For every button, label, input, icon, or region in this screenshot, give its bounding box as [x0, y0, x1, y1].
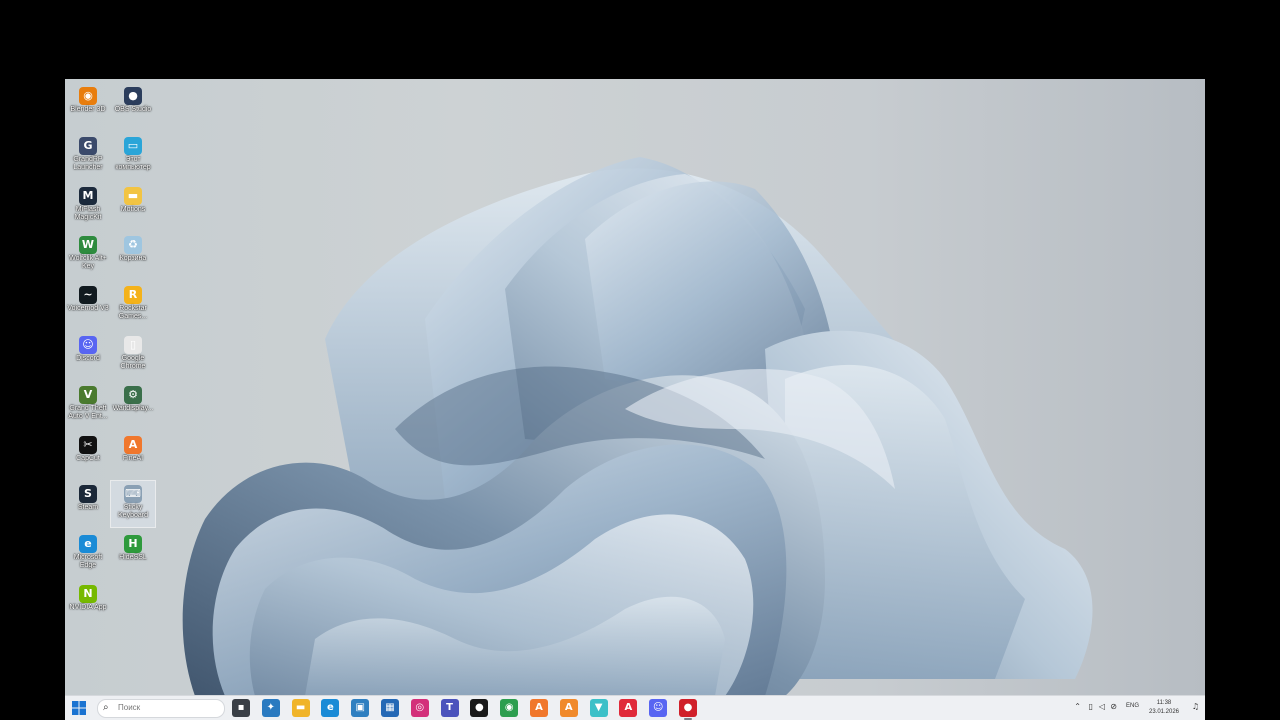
desktop-icon[interactable]: M MiFlash MagicKit [66, 183, 110, 229]
desktop-icon[interactable]: ▭ Этот компьютер [111, 133, 155, 179]
desktop-icon[interactable]: H HideSSL [111, 531, 155, 577]
desktop-icon[interactable]: ● OBS Studio [111, 83, 155, 129]
app-icon: ⌨ [124, 485, 142, 504]
wallpaper-bloom [182, 157, 1093, 696]
desktop-icon[interactable]: ▯ Google Chrome [111, 332, 155, 378]
fineai2-icon[interactable]: A [559, 699, 578, 717]
file-explorer-icon[interactable]: ▬ [291, 699, 310, 717]
device-icon[interactable]: ▯ [1089, 702, 1093, 712]
fineai-icon[interactable]: A [530, 699, 548, 717]
app-icon: V [79, 385, 97, 404]
language-indicator[interactable]: ENG [1126, 703, 1139, 709]
desktop-icon-label: OBS Studio [114, 106, 152, 113]
app-icon: G [79, 136, 97, 155]
recorder-icon[interactable]: ● [679, 699, 697, 720]
app-icon: R [124, 286, 142, 305]
desktop-icon[interactable]: ♻ Корзина [111, 232, 155, 278]
app-icon: A [124, 435, 142, 454]
adobe-icon[interactable]: A [619, 699, 638, 717]
desktop-icon-label: Wolfclik Alt+ Key [69, 255, 107, 271]
volume-icon[interactable]: ◁ [1099, 702, 1105, 712]
app-icon: ☺ [79, 336, 97, 354]
app-icon: S [79, 485, 97, 504]
desktop-icon-label: Sticky Keyboard [118, 504, 148, 520]
app-icon: e [79, 535, 97, 554]
desktop-icon[interactable]: V Grand Theft Auto V Ent... [66, 382, 110, 428]
app-icon: ▯ [124, 336, 142, 354]
app-icon: ▬ [124, 186, 142, 205]
instagram-icon[interactable]: ◎ [410, 699, 429, 717]
desktop-icon-label: Voicemod V3 [67, 305, 109, 313]
desktop-icon-label: Motions [120, 205, 146, 213]
desktop-screen: ◉ Blender 3D ● OBS Studio G GrandRP Launcher ▭… [65, 79, 1205, 720]
desktop-icon[interactable]: ✂ CapCut [66, 432, 110, 478]
desktop-icon[interactable]: ⚙ Waitdisplay... [111, 382, 155, 428]
chevron-up-icon[interactable]: ⌃ [1074, 702, 1081, 712]
app-icon: ♻ [124, 236, 142, 255]
desktop-icon-label: Корзина [119, 255, 147, 263]
desktop-icon[interactable]: ~ Voicemod V3 [66, 282, 110, 328]
desktop-icon-label: Rockstar Games... [118, 305, 148, 321]
desktop-icon-label: Waitdisplay... [112, 404, 154, 412]
taskbar: ⌕ Поиск ▪ ✦ ▬ e ▣ ▦ ◎ T ● ◉ A A ▼ A ☺ ● ⌃ ▯ ◁ ⊘ ENG 11:… [65, 695, 1205, 720]
network-icon[interactable]: ⊘ [1110, 702, 1117, 712]
clock[interactable]: 11:38 23.01.2026 [1145, 699, 1183, 717]
app-icon: ⚙ [124, 385, 142, 404]
app-icon: M [79, 186, 97, 205]
clock-date: 23.01.2026 [1148, 709, 1180, 715]
desktop-icon-label: Blender 3D [70, 106, 106, 113]
copilot-icon[interactable]: ✦ [261, 699, 280, 717]
search-placeholder: Поиск [118, 703, 141, 712]
desktop-icon-label: GrandRP Launcher [73, 155, 103, 171]
desktop-icon[interactable]: N NVIDIA App [66, 581, 110, 627]
game-icon[interactable]: ● [470, 699, 489, 717]
vpn-icon[interactable]: ▼ [589, 699, 608, 717]
desktop-icon[interactable]: ▬ Motions [111, 183, 155, 229]
edge-icon[interactable]: e [321, 699, 340, 717]
desktop-icon[interactable]: ☺ Discord [66, 332, 110, 378]
system-tray: ⌃ ▯ ◁ ⊘ ENG 11:38 23.01.2026 ♫ [1069, 696, 1199, 720]
clock-time: 11:38 [1156, 700, 1172, 706]
store-icon[interactable]: ▦ [381, 699, 399, 717]
app-icon[interactable]: ▣ [351, 699, 370, 717]
search-icon: ⌕ [103, 702, 109, 713]
desktop-icon-label: Discord [76, 355, 100, 362]
notification-bell-icon[interactable]: ♫ [1192, 702, 1199, 712]
app-icon: ✂ [79, 435, 97, 454]
desktop-icon-label: Steam [77, 504, 99, 512]
windows-start-icon[interactable] [71, 700, 87, 716]
teams-icon[interactable]: T [440, 699, 459, 717]
app-icon: ◉ [79, 87, 97, 105]
task-view-icon[interactable]: ▪ [232, 699, 250, 717]
desktop-icon[interactable]: R Rockstar Games... [111, 282, 155, 328]
desktop-icon[interactable]: ⌨ Sticky Keyboard [110, 480, 156, 529]
desktop-icon[interactable]: A FineAI [111, 432, 155, 478]
app-icon: ▭ [124, 136, 142, 155]
app-icon: H [124, 535, 142, 554]
desktop-icon-label: Grand Theft Auto V Ent... [68, 404, 108, 420]
desktop-icon-label: NVIDIA App [69, 604, 107, 611]
desktop-icon-label: FineAI [122, 454, 144, 462]
desktop-icon-label: Microsoft Edge [73, 554, 103, 570]
app-icon: ~ [79, 286, 97, 305]
discord-icon[interactable]: ☺ [649, 699, 668, 717]
desktop-icon-label: HideSSL [119, 554, 147, 562]
desktop-icon-label: MiFlash MagicKit [74, 205, 102, 221]
desktop-icon[interactable]: S Steam [66, 481, 110, 527]
desktop-icon[interactable]: ◉ Blender 3D [66, 83, 110, 129]
taskbar-search-box[interactable]: ⌕ Поиск [97, 699, 225, 718]
desktop-icon[interactable]: W Wolfclik Alt+ Key [66, 232, 110, 278]
app-icon: W [79, 236, 97, 255]
desktop-icon-label: Google Chrome [120, 355, 146, 370]
desktop-icon[interactable]: G GrandRP Launcher [66, 133, 110, 179]
app-icon: ● [124, 87, 142, 105]
desktop-icon-label: Этот компьютер [115, 155, 151, 171]
desktop-icon-label: CapCut [76, 454, 100, 462]
desktop-icon[interactable]: e Microsoft Edge [66, 531, 110, 577]
app-icon: N [79, 585, 97, 603]
chrome-icon[interactable]: ◉ [500, 699, 519, 717]
